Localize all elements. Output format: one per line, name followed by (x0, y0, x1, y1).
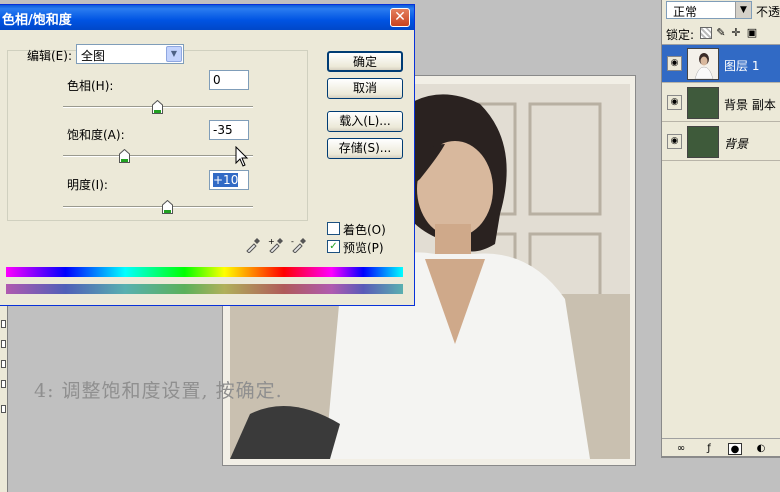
saturation-label: 饱和度(A): (67, 128, 125, 142)
layers-panel: 正常 ▼ 不透 锁定: ✎ ✛ ▣ ◉ 图层 1 ◉ 背景 副本 ◉ 背景 ∞ … (661, 0, 780, 458)
brush-lock-icon[interactable]: ✎ (715, 27, 727, 39)
layers-panel-footer: ∞ ƒ ● ◐ (662, 438, 780, 458)
move-lock-icon[interactable]: ✛ (730, 27, 742, 39)
hue-label: 色相(H): (67, 79, 114, 93)
tool-marker[interactable] (1, 340, 6, 348)
load-button[interactable]: 载入(L)... (327, 111, 403, 132)
blend-mode-value: 正常 (673, 5, 698, 19)
eye-icon[interactable]: ◉ (667, 134, 682, 149)
colorize-checkbox[interactable] (327, 222, 340, 235)
saturation-value: -35 (213, 123, 233, 137)
ok-button[interactable]: 确定 (327, 51, 403, 72)
toolbox-edge (0, 300, 8, 492)
hue-saturation-dialog: 色相/饱和度 ✕ 编辑(E): 全图 ▼ 色相(H): 0 饱和度(A): -3… (0, 4, 415, 306)
lightness-slider-thumb[interactable] (162, 200, 173, 214)
hue-value: 0 (213, 73, 221, 87)
input-hue-bar (6, 267, 403, 277)
eyedropper-icon[interactable] (245, 237, 261, 253)
mouse-pointer-icon (235, 146, 249, 167)
svg-text:-: - (291, 237, 294, 246)
layer-name: 背景 副本 (724, 98, 776, 112)
save-button[interactable]: 存储(S)... (327, 138, 403, 159)
lightness-slider-track[interactable] (63, 206, 253, 208)
saturation-input[interactable]: -35 (209, 120, 249, 140)
layer-thumbnail (687, 126, 719, 158)
dialog-title: 色相/饱和度 (2, 13, 72, 28)
preview-label: 预览(P) (343, 241, 384, 255)
tutorial-caption: 4: 调整饱和度设置, 按确定. (34, 380, 283, 402)
saturation-slider-thumb[interactable] (119, 149, 130, 163)
hue-slider-thumb[interactable] (152, 100, 163, 114)
close-icon[interactable]: ✕ (390, 8, 410, 27)
preview-checkbox[interactable]: ✓ (327, 240, 340, 253)
hue-input[interactable]: 0 (209, 70, 249, 90)
layer-style-icon[interactable]: ƒ (702, 443, 716, 455)
lightness-label: 明度(I): (67, 178, 108, 192)
edit-range-value: 全图 (81, 49, 106, 63)
edit-range-select[interactable]: 全图 ▼ (76, 44, 184, 64)
padlock-icon[interactable]: ▣ (746, 27, 758, 39)
colorize-label: 着色(O) (343, 223, 386, 237)
tool-marker[interactable] (1, 320, 6, 328)
output-hue-bar (6, 284, 403, 294)
eyedropper-plus-icon[interactable]: + (268, 237, 284, 253)
photoshop-workspace: 4: 调整饱和度设置, 按确定. 正常 ▼ 不透 锁定: ✎ ✛ ▣ ◉ 图层 … (0, 0, 780, 492)
layer-name: 图层 1 (724, 59, 760, 73)
layer-name: 背景 (724, 137, 749, 151)
adjustment-group (7, 50, 308, 221)
edit-label: 编辑(E): (27, 49, 72, 63)
chevron-down-icon[interactable]: ▼ (735, 2, 751, 18)
layer-row-background-copy[interactable]: ◉ 背景 副本 (662, 84, 780, 122)
tool-marker[interactable] (1, 360, 6, 368)
dialog-titlebar[interactable]: 色相/饱和度 ✕ (0, 5, 414, 30)
opacity-label: 不透 (756, 5, 780, 19)
link-icon[interactable]: ∞ (674, 443, 688, 455)
eye-icon[interactable]: ◉ (667, 95, 682, 110)
layer-thumbnail (687, 48, 719, 80)
lock-label: 锁定: (666, 28, 695, 42)
tool-marker[interactable] (1, 380, 6, 388)
chevron-down-icon[interactable]: ▼ (166, 46, 182, 62)
blend-mode-select[interactable]: 正常 ▼ (666, 1, 752, 19)
lightness-value: +10 (213, 173, 239, 187)
layer-row-layer-1[interactable]: ◉ 图层 1 (662, 45, 780, 83)
lightness-input[interactable]: +10 (209, 170, 249, 190)
saturation-slider-track[interactable] (63, 155, 253, 157)
tool-marker[interactable] (1, 405, 6, 413)
cancel-button[interactable]: 取消 (327, 78, 403, 99)
eye-icon[interactable]: ◉ (667, 56, 682, 71)
svg-text:+: + (268, 237, 275, 246)
layer-row-background[interactable]: ◉ 背景 (662, 123, 780, 161)
eyedropper-minus-icon[interactable]: - (291, 237, 307, 253)
mask-icon[interactable]: ● (728, 443, 742, 455)
layer-list: ◉ 图层 1 ◉ 背景 副本 ◉ 背景 (662, 44, 780, 444)
transparency-lock-icon[interactable] (700, 27, 712, 39)
layer-thumbnail (687, 87, 719, 119)
adjustment-layer-icon[interactable]: ◐ (754, 443, 768, 455)
